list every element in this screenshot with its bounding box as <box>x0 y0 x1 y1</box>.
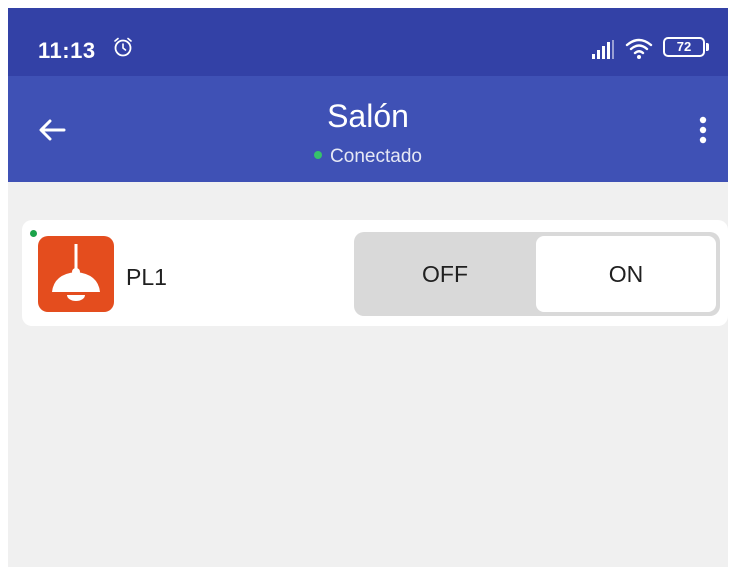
device-icon-tile[interactable] <box>38 236 114 312</box>
cell-signal-icon <box>592 40 614 59</box>
page-title: Salón <box>327 98 409 134</box>
toggle-off-option[interactable]: OFF <box>354 232 536 316</box>
connection-status-label: Conectado <box>330 146 422 167</box>
battery-indicator: 72 <box>663 37 711 57</box>
wifi-icon <box>625 38 653 59</box>
ceiling-lamp-icon <box>52 244 100 301</box>
device-card: PL1 OFF ON <box>22 220 728 326</box>
app-bar: Salón Conectado <box>8 76 728 182</box>
app-screen: 11:13 72 Salón Conectado PL1 OFF ON <box>8 8 728 567</box>
toggle-on-option[interactable]: ON <box>536 236 716 312</box>
battery-level: 72 <box>676 39 692 54</box>
connection-dot-icon <box>314 150 323 159</box>
power-toggle[interactable]: OFF ON <box>354 232 720 316</box>
status-bar: 11:13 72 <box>8 8 728 76</box>
alarm-clock-icon <box>114 37 132 57</box>
online-status-dot <box>30 230 37 237</box>
connection-status: Conectado <box>8 146 728 168</box>
device-name: PL1 <box>126 264 167 290</box>
more-vertical-icon[interactable] <box>688 110 718 150</box>
status-time: 11:13 <box>38 38 96 63</box>
